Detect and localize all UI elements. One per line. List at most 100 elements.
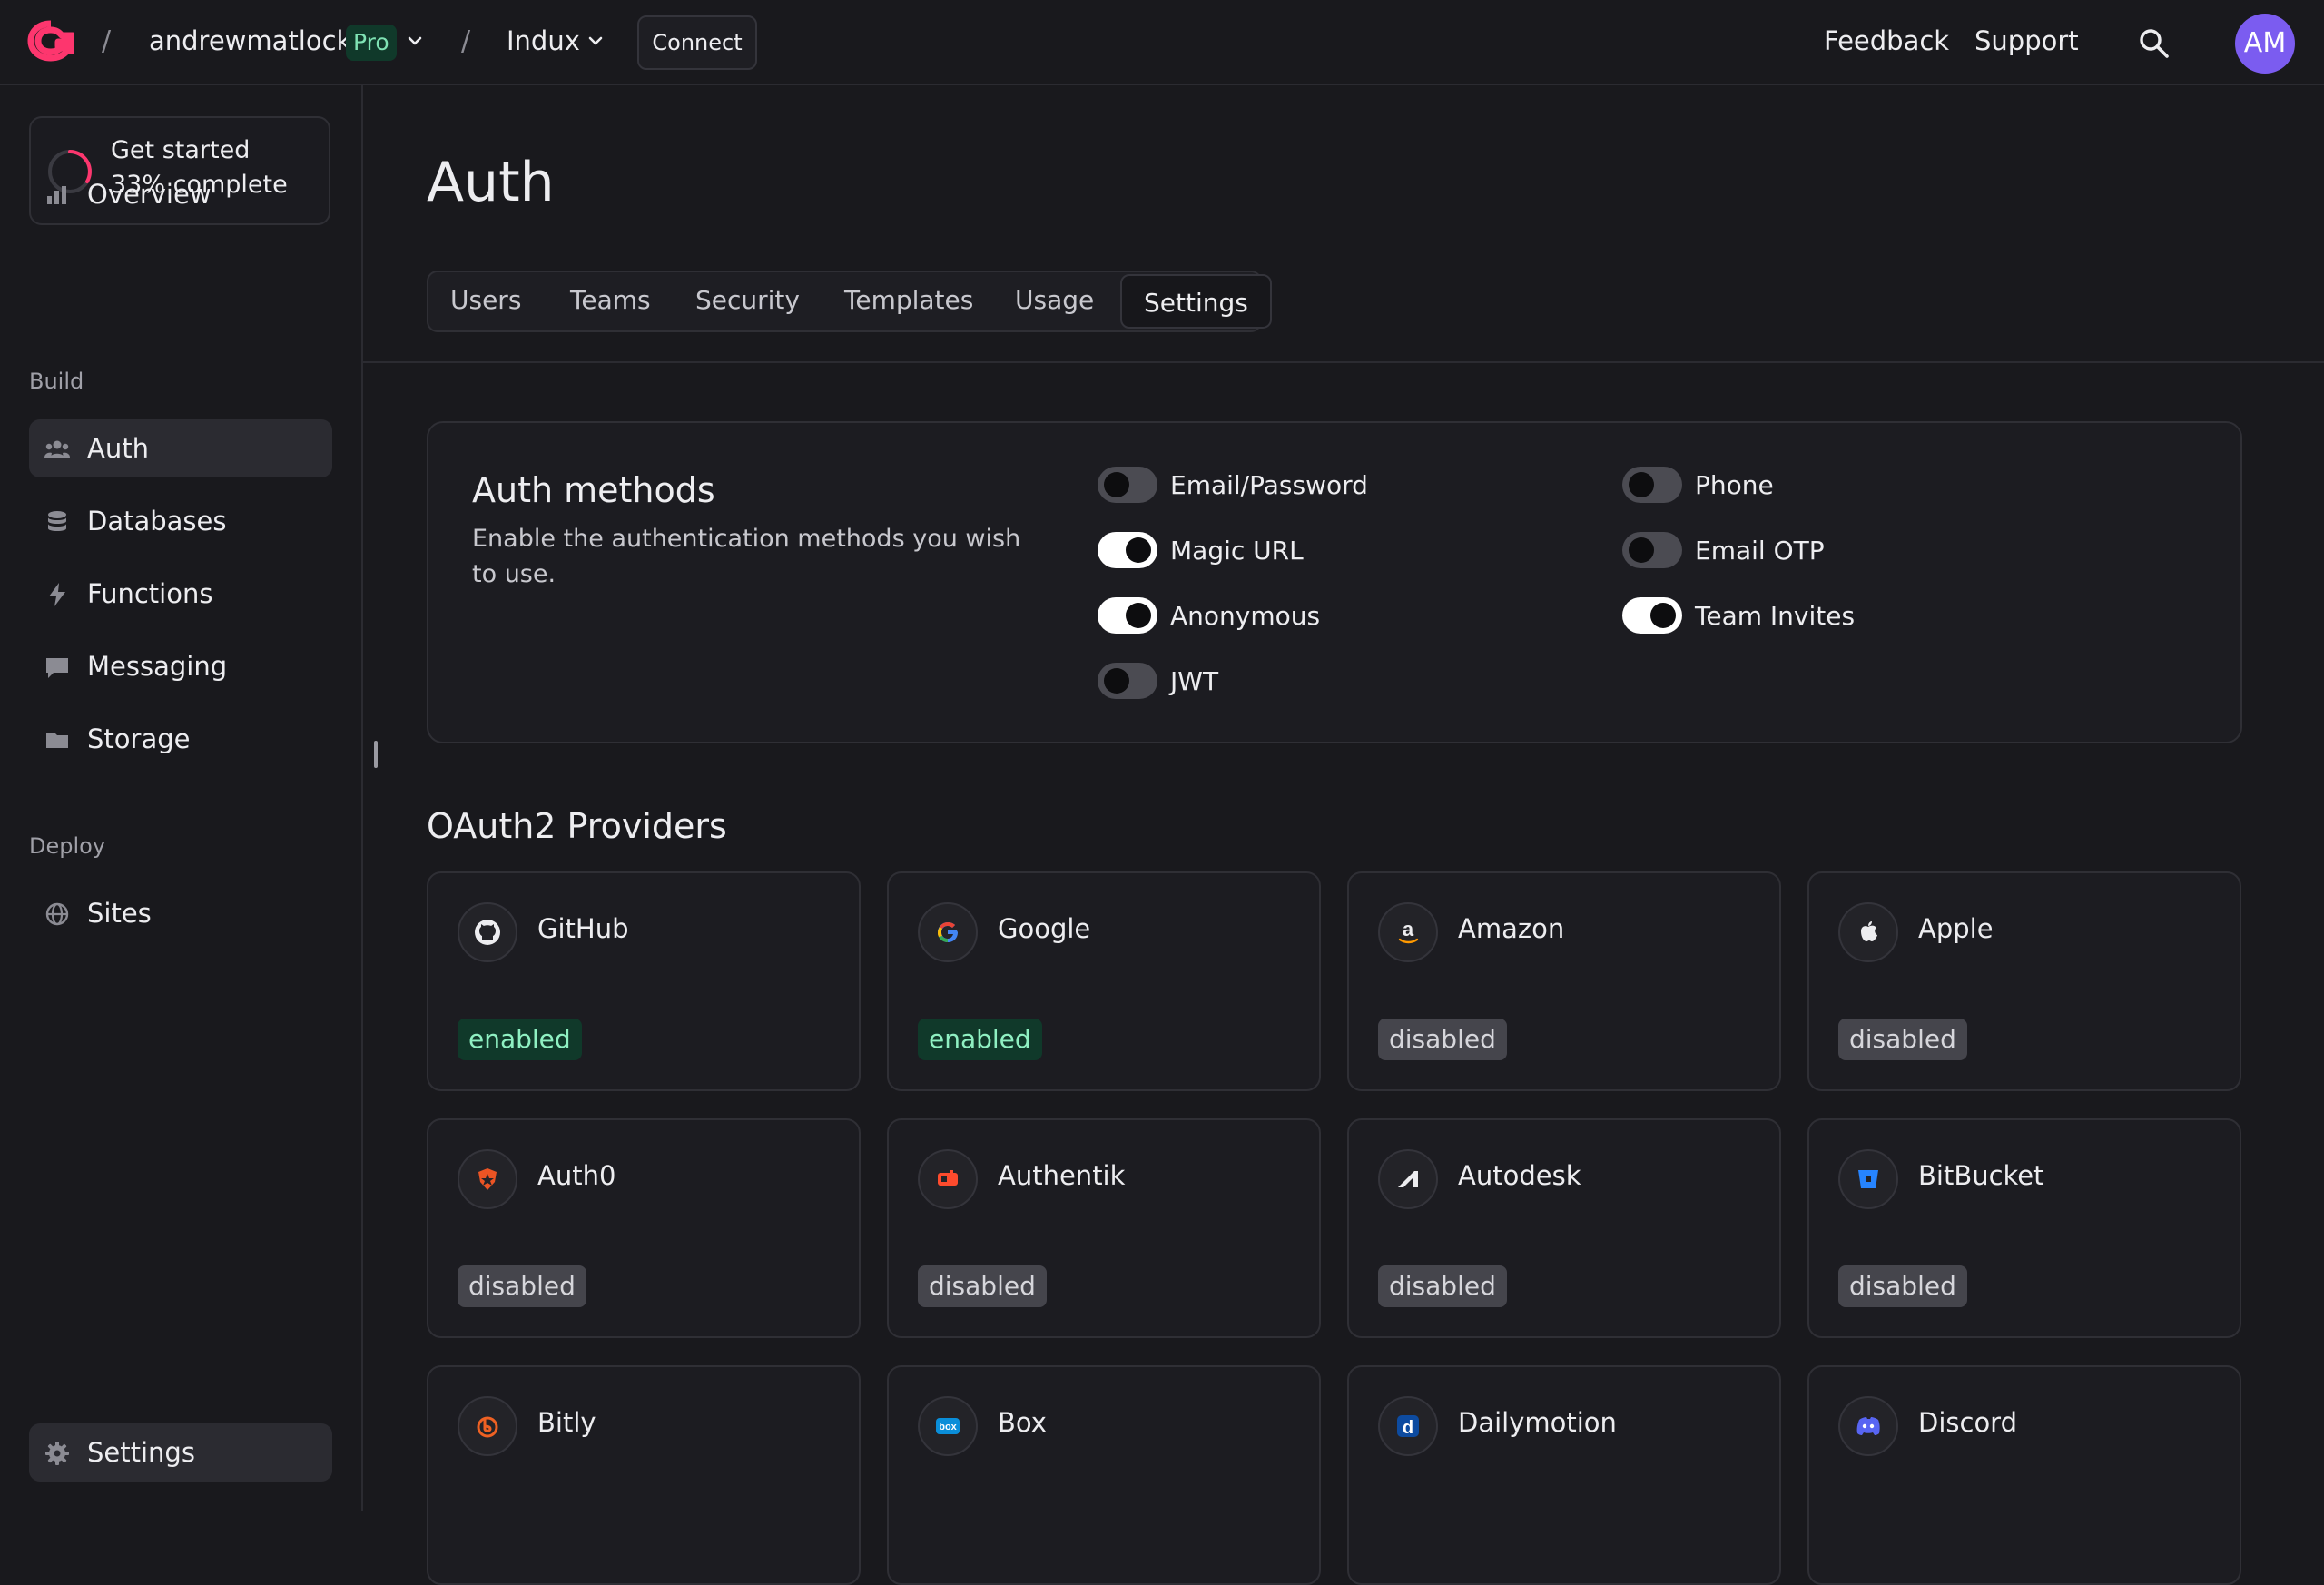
tab-teams[interactable]: Teams (570, 285, 651, 315)
tab-bar: Users Teams Security Templates Usage Set… (427, 271, 1272, 332)
toggle-jwt[interactable] (1098, 663, 1157, 699)
users-icon (44, 440, 70, 458)
dailymotion-icon: d (1378, 1396, 1438, 1456)
auth-method-label: Phone (1695, 470, 1774, 500)
avatar[interactable]: AM (2235, 14, 2295, 74)
chat-icon (46, 658, 68, 678)
provider-name: Google (998, 913, 1091, 944)
provider-name: Box (998, 1407, 1047, 1438)
sidebar-item-messaging[interactable]: Messaging (29, 637, 332, 695)
provider-card-authentik[interactable]: Authentik disabled (887, 1118, 1321, 1338)
chevron-down-icon[interactable] (586, 31, 606, 51)
tab-usage[interactable]: Usage (1015, 285, 1094, 315)
page-title: Auth (427, 151, 555, 214)
tab-settings[interactable]: Settings (1120, 274, 1272, 329)
toggle-knob (1629, 472, 1654, 497)
sidebar-resize-handle[interactable] (374, 741, 378, 768)
provider-card-amazon[interactable]: a Amazon disabled (1347, 871, 1781, 1091)
sidebar-item-sites[interactable]: Sites (29, 884, 332, 942)
provider-card-discord[interactable]: Discord (1807, 1365, 2241, 1585)
toggle-team-invites[interactable] (1622, 597, 1682, 634)
status-badge: enabled (458, 1019, 582, 1060)
connect-button[interactable]: Connect (637, 15, 757, 70)
provider-card-box[interactable]: box Box (887, 1365, 1321, 1585)
status-badge: disabled (1838, 1019, 1967, 1060)
auth-methods-title: Auth methods (472, 470, 715, 510)
appwrite-logo-icon[interactable] (27, 20, 74, 62)
github-icon (458, 902, 517, 962)
gear-icon (45, 1442, 69, 1465)
sidebar-item-databases[interactable]: Databases (29, 492, 332, 550)
sidebar-item-label: Sites (87, 898, 152, 929)
org-name[interactable]: andrewmatlock (149, 25, 351, 56)
toggle-phone[interactable] (1622, 467, 1682, 503)
bar-chart-icon (47, 186, 66, 204)
toggle-knob (1126, 603, 1151, 628)
provider-name: GitHub (537, 913, 629, 944)
sidebar-item-label: Messaging (87, 651, 228, 682)
sidebar-item-settings[interactable]: Settings (29, 1423, 332, 1482)
provider-card-auth0[interactable]: Auth0 disabled (427, 1118, 861, 1338)
auth-method-label: Anonymous (1170, 601, 1321, 631)
svg-text:box: box (939, 1422, 957, 1432)
breadcrumb-separator: / (102, 25, 112, 57)
tab-templates[interactable]: Templates (844, 285, 973, 315)
toggle-knob (1104, 472, 1129, 497)
toggle-knob (1126, 537, 1151, 563)
sidebar-item-label: Functions (87, 578, 213, 609)
provider-card-dailymotion[interactable]: d Dailymotion (1347, 1365, 1781, 1585)
provider-card-github[interactable]: GitHub enabled (427, 871, 861, 1091)
svg-text:d: d (1403, 1418, 1413, 1438)
sidebar-item-functions[interactable]: Functions (29, 565, 332, 623)
provider-card-autodesk[interactable]: Autodesk disabled (1347, 1118, 1781, 1338)
provider-name: Amazon (1458, 913, 1565, 944)
chevron-down-icon[interactable] (405, 31, 425, 51)
project-name[interactable]: Indux (507, 25, 580, 56)
toggle-email-otp[interactable] (1622, 532, 1682, 568)
sidebar-item-label: Overview (87, 179, 212, 210)
status-badge: enabled (918, 1019, 1042, 1060)
globe-icon (45, 902, 69, 926)
provider-name: Bitly (537, 1407, 596, 1438)
amazon-icon: a (1378, 902, 1438, 962)
toggle-knob (1629, 537, 1654, 563)
section-label-deploy: Deploy (29, 833, 106, 859)
tab-users[interactable]: Users (450, 285, 521, 315)
bitbucket-icon (1838, 1149, 1898, 1209)
auth-method-label: Email/Password (1170, 470, 1368, 500)
sidebar-item-auth[interactable]: Auth (29, 419, 332, 477)
sidebar-item-label: Databases (87, 506, 227, 537)
provider-card-google[interactable]: Google enabled (887, 871, 1321, 1091)
oauth-providers-heading: OAuth2 Providers (427, 806, 727, 846)
database-icon (48, 511, 66, 531)
status-badge: disabled (458, 1265, 586, 1307)
tab-security[interactable]: Security (695, 285, 800, 315)
provider-card-bitly[interactable]: Bitly (427, 1365, 861, 1585)
sidebar-item-storage[interactable]: Storage (29, 710, 332, 768)
toggle-magic-url[interactable] (1098, 532, 1157, 568)
bitly-icon (458, 1396, 517, 1456)
support-link[interactable]: Support (1974, 25, 2079, 56)
feedback-link[interactable]: Feedback (1824, 25, 1949, 56)
search-icon[interactable] (2136, 25, 2172, 62)
auth-method-label: Team Invites (1695, 601, 1856, 631)
provider-card-apple[interactable]: Apple disabled (1807, 871, 2241, 1091)
google-icon (918, 902, 978, 962)
authentik-icon (918, 1149, 978, 1209)
provider-name: Auth0 (537, 1160, 616, 1191)
sidebar-item-label: Settings (87, 1437, 195, 1468)
top-bar: / andrewmatlock Pro / Indux Connect Feed… (0, 0, 2324, 85)
lightning-icon (49, 583, 65, 606)
toggle-email-password[interactable] (1098, 467, 1157, 503)
discord-icon (1838, 1396, 1898, 1456)
toggle-anonymous[interactable] (1098, 597, 1157, 634)
provider-card-bitbucket[interactable]: BitBucket disabled (1807, 1118, 2241, 1338)
provider-name: Discord (1918, 1407, 2018, 1438)
svg-text:a: a (1403, 918, 1414, 940)
status-badge: disabled (1838, 1265, 1967, 1307)
provider-name: Apple (1918, 913, 1994, 944)
auth-method-label: JWT (1170, 666, 1219, 696)
sidebar-item-overview[interactable]: Overview (29, 165, 332, 223)
sidebar-item-label: Auth (87, 433, 149, 464)
status-badge: disabled (1378, 1265, 1507, 1307)
